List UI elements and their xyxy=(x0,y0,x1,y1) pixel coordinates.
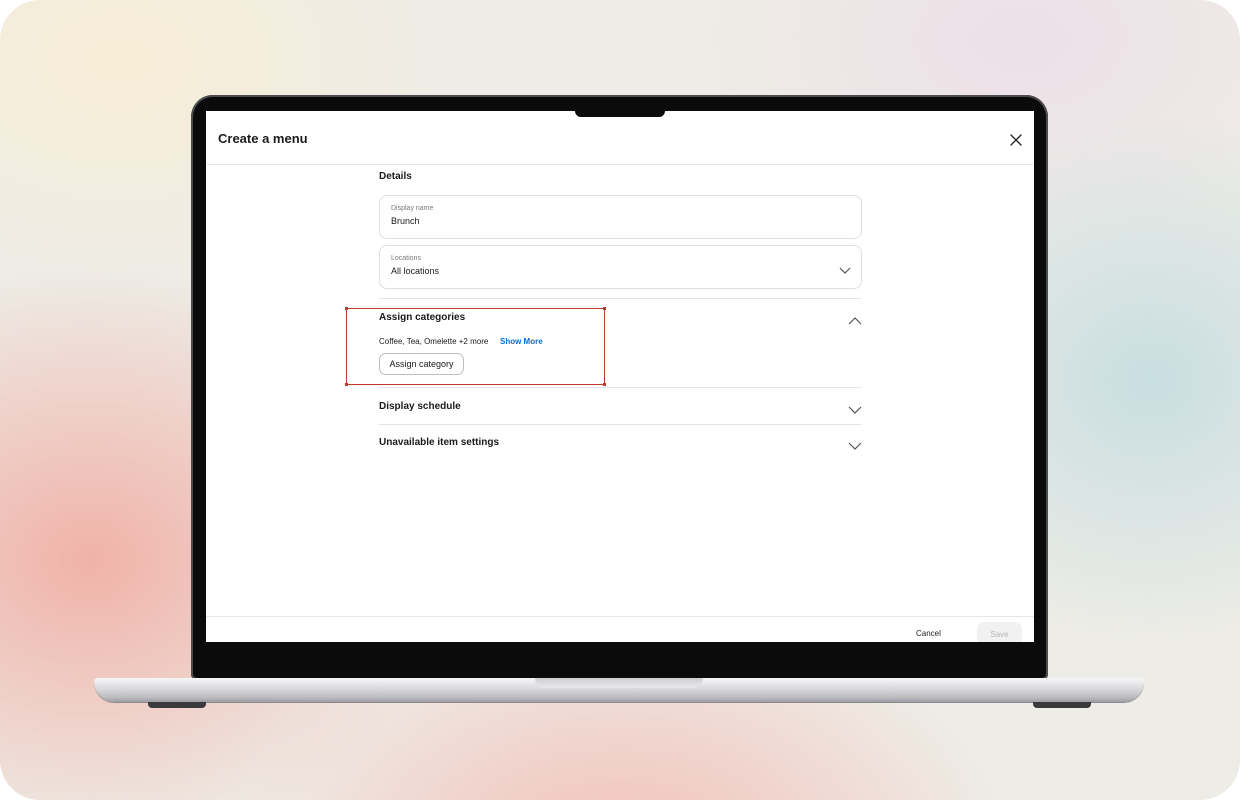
close-icon[interactable] xyxy=(1005,129,1027,151)
footer-divider xyxy=(206,616,1034,617)
laptop-hinge xyxy=(535,678,703,688)
chevron-down-icon xyxy=(839,262,851,274)
locations-select[interactable]: Locations All locations xyxy=(379,245,862,289)
laptop-foot xyxy=(148,702,206,708)
display-name-value: Brunch xyxy=(391,216,420,226)
highlight-handle xyxy=(603,307,606,310)
display-name-field[interactable]: Display name Brunch xyxy=(379,195,862,239)
chevron-down-icon[interactable] xyxy=(848,402,862,414)
locations-label: Locations xyxy=(391,255,421,262)
section-divider xyxy=(379,298,861,299)
chevron-up-icon[interactable] xyxy=(848,313,862,325)
section-divider xyxy=(379,424,861,425)
camera-notch xyxy=(575,109,665,117)
highlight-handle xyxy=(345,383,348,386)
highlight-handle xyxy=(603,383,606,386)
highlight-box xyxy=(346,308,605,385)
details-heading: Details xyxy=(379,171,412,182)
laptop-foot xyxy=(1033,702,1091,708)
display-name-label: Display name xyxy=(391,205,434,212)
locations-value: All locations xyxy=(391,266,440,276)
header-divider xyxy=(206,164,1034,165)
chevron-down-icon[interactable] xyxy=(848,438,862,450)
section-divider xyxy=(379,387,861,388)
save-button[interactable]: Save xyxy=(977,622,1022,642)
highlight-handle xyxy=(345,307,348,310)
laptop-screen: Create a menu Details Display name Brunc… xyxy=(206,111,1034,642)
unavailable-settings-heading: Unavailable item settings xyxy=(379,437,500,448)
modal-title: Create a menu xyxy=(218,131,308,146)
cancel-button[interactable]: Cancel xyxy=(916,629,941,638)
display-schedule-heading: Display schedule xyxy=(379,401,461,412)
